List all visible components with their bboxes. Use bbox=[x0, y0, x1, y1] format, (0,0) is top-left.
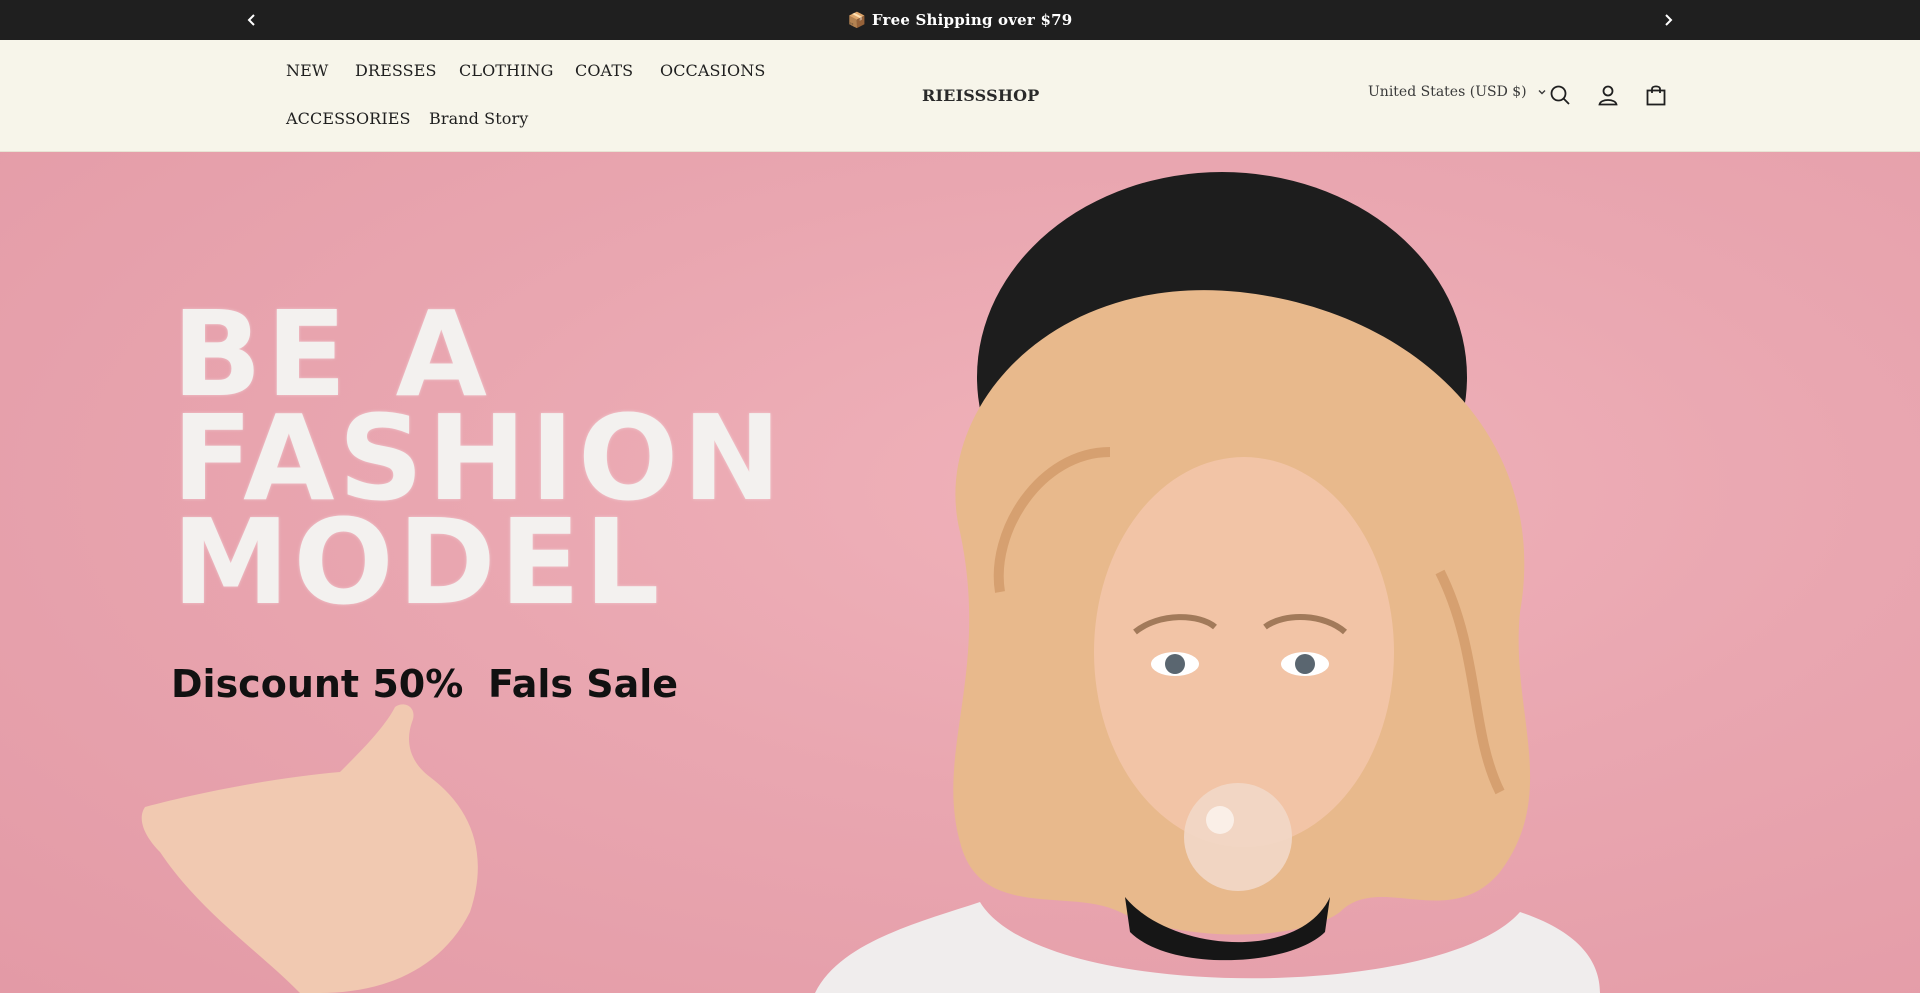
search-button[interactable] bbox=[1547, 82, 1573, 108]
country-selector[interactable]: United States (USD $) bbox=[1368, 84, 1547, 100]
account-icon bbox=[1598, 85, 1618, 106]
announcement-next-button[interactable] bbox=[1656, 8, 1680, 32]
nav-item-accessories[interactable]: ACCESSORIES bbox=[286, 109, 411, 128]
country-selector-label: United States (USD $) bbox=[1368, 84, 1527, 100]
account-button[interactable] bbox=[1595, 82, 1621, 108]
nav-item-new[interactable]: NEW bbox=[286, 61, 328, 80]
hero-sale-text: Fals Sale bbox=[488, 662, 679, 706]
search-icon bbox=[1550, 85, 1570, 105]
nav-item-brand-story[interactable]: Brand Story bbox=[429, 109, 528, 128]
site-header: NEW DRESSES CLOTHING COATS OCCASIONS ACC… bbox=[0, 40, 1920, 152]
announcement-prev-button[interactable] bbox=[240, 8, 264, 32]
nav-item-clothing[interactable]: CLOTHING bbox=[459, 61, 554, 80]
cart-button[interactable] bbox=[1643, 82, 1669, 108]
nav-item-occasions[interactable]: OCCASIONS bbox=[660, 61, 765, 80]
announcement-text: 📦 Free Shipping over $79 bbox=[847, 11, 1073, 29]
site-logo[interactable]: RIEISSSHOP bbox=[922, 86, 1040, 105]
nav-item-dresses[interactable]: DRESSES bbox=[355, 61, 437, 80]
announcement-bar: 📦 Free Shipping over $79 bbox=[0, 0, 1920, 40]
chevron-left-icon bbox=[247, 14, 255, 26]
cart-icon bbox=[1646, 85, 1666, 106]
nav-item-coats[interactable]: COATS bbox=[575, 61, 633, 80]
chevron-right-icon bbox=[1665, 14, 1673, 26]
hero-banner[interactable]: BE A FASHION MODEL Discount 50% Fals Sal… bbox=[0, 152, 1920, 993]
chevron-down-icon bbox=[1538, 90, 1546, 95]
hero-discount-text: Discount 50% bbox=[171, 662, 464, 706]
hero-title: BE A FASHION MODEL bbox=[172, 295, 785, 621]
